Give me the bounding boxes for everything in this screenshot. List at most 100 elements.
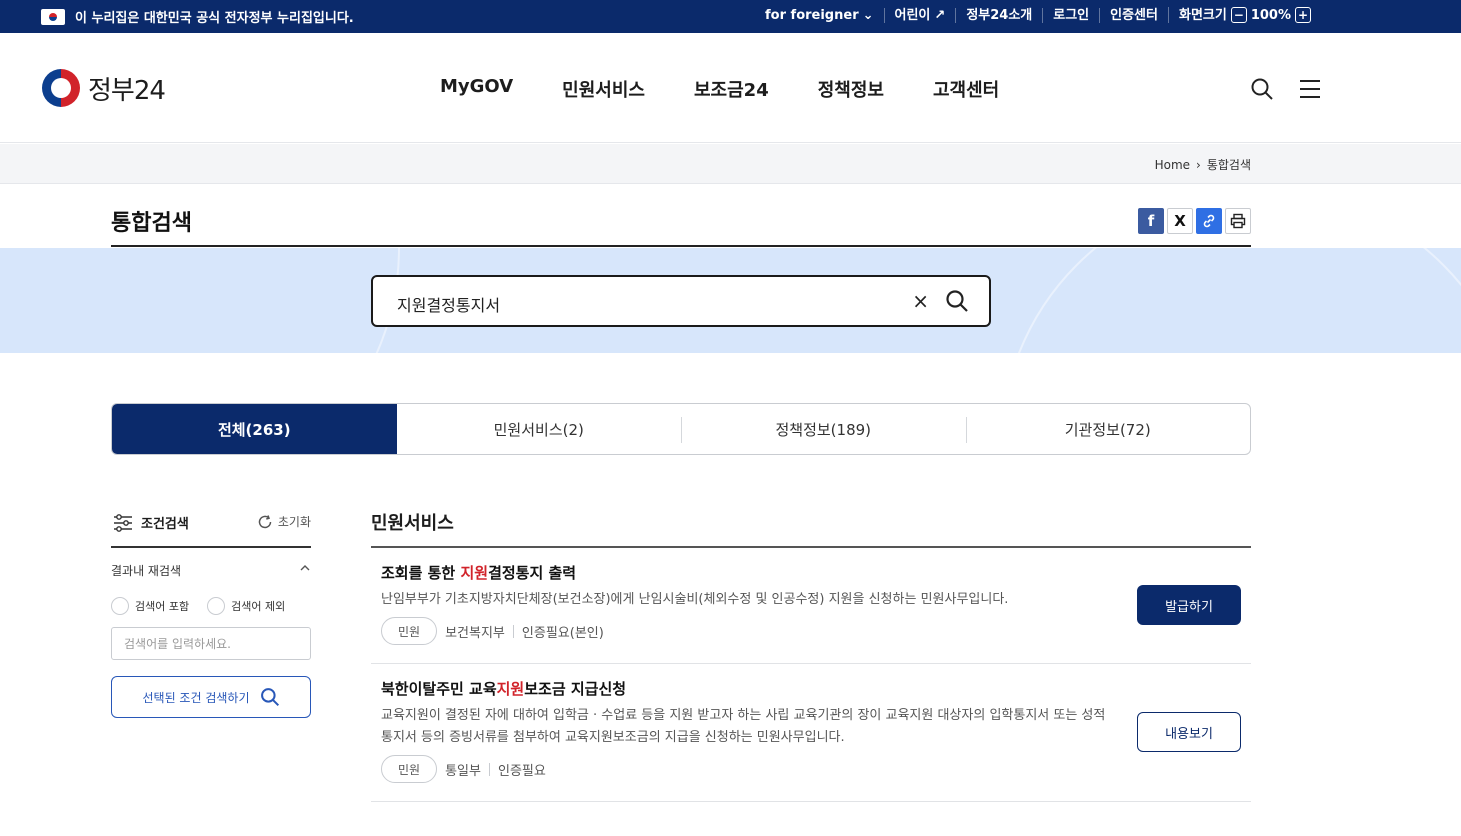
clear-search-button[interactable]: × [912,289,929,313]
result-title-pre: 북한이탈주민 교육 [381,680,497,698]
radio-circle[interactable] [111,597,129,615]
result-meta: 민원 통일부 인증필요 [381,755,1241,783]
include-keyword-radio[interactable]: 검색어 포함 [111,597,189,615]
search-icon[interactable] [945,289,969,313]
research-keyword-input[interactable] [111,627,311,660]
nav-item-customer-center[interactable]: 고객센터 [933,76,999,102]
x-share-button[interactable]: X [1167,208,1193,234]
meta-divider [512,624,514,638]
result-title-post: 보조금 지급신청 [524,680,627,698]
result-tabs: 전체(263) 민원서비스(2) 정책정보(189) 기관정보(72) [111,403,1251,455]
result-meta: 민원 보건복지부 인증필요(본인) [381,617,1241,645]
search-selected-conditions-button[interactable]: 선택된 조건 검색하기 [111,676,311,718]
result-title-post: 결정통지 출력 [488,564,577,582]
zoom-value: 100% [1250,7,1291,23]
link-icon [1203,214,1215,228]
result-type-badge: 민원 [381,755,438,783]
include-keyword-label: 검색어 포함 [135,600,190,613]
kids-link[interactable]: 어린이 ↗ [883,7,956,23]
result-organization: 통일부 [445,763,481,779]
chevron-up-icon [300,565,310,571]
official-notice-text: 이 누리집은 대한민국 공식 전자정부 누리집입니다. [75,11,354,26]
search-input[interactable]: 지원결정통지서 [397,292,500,316]
filter-title-label: 조건검색 [141,517,189,532]
nav-item-mygov[interactable]: MyGOV [440,76,513,102]
result-description: 난임부부가 기초지방자치단체장(보건소장)에게 난임시술비(체외수정 및 인공수… [381,592,1009,607]
results-section: 민원서비스 조회를 통한 지원결정통지 출력 난임부부가 기초지방자치단체장(보… [371,506,1251,802]
result-title[interactable]: 북한이탈주민 교육지원보조금 지급신청 [381,678,1241,699]
research-section-header[interactable]: 결과내 재검색 [111,562,311,579]
result-organization: 보건복지부 [445,625,505,641]
result-title-highlight: 지원 [496,680,525,698]
logo-text: 정부24 [88,75,166,106]
chevron-down-icon: ⌄ [862,7,874,23]
screen-size-label: 화면크기 [1178,7,1227,23]
taegeuk-logo-icon [42,69,80,107]
result-auth-required: 인증필요(본인) [521,625,604,641]
search-selected-conditions-label: 선택된 조건 검색하기 [142,690,250,705]
tab-all[interactable]: 전체(263) [112,404,397,454]
page-title: 통합검색 [111,211,192,236]
main-nav: MyGOV 민원서비스 보조금24 정책정보 고객센터 [440,76,999,102]
header-icons [1250,77,1322,101]
breadcrumb: Home › 통합검색 [1155,156,1251,173]
research-section-label: 결과내 재검색 [111,564,182,578]
issue-button[interactable]: 발급하기 [1137,585,1241,625]
site-header: 정부24 MyGOV 민원서비스 보조금24 정책정보 고객센터 [0,33,1461,143]
refresh-icon [258,514,272,528]
sliders-icon [114,513,132,532]
print-icon [1230,213,1246,229]
result-item: 북한이탈주민 교육지원보조금 지급신청 교육지원이 결정된 자에 대하여 입학금… [371,664,1251,802]
radio-circle[interactable] [207,597,226,615]
decorative-circle [1000,248,1461,353]
exclude-keyword-radio[interactable]: 검색어 제외 [207,597,285,615]
zoom-in-button[interactable]: + [1295,7,1311,23]
certificate-center-link[interactable]: 인증센터 [1099,7,1168,23]
title-bar: 통합검색 f X [111,205,1251,247]
breadcrumb-bar: Home › 통합검색 [0,144,1461,184]
search-icon[interactable] [1250,77,1274,101]
result-type-badge: 민원 [381,617,438,645]
print-button[interactable] [1225,208,1251,234]
about-link[interactable]: 정부24소개 [955,7,1042,23]
nav-item-subsidy24[interactable]: 보조금24 [694,76,769,102]
share-buttons: f X [1138,208,1251,234]
search-icon [260,688,279,707]
nav-item-civil-services[interactable]: 민원서비스 [562,76,645,102]
search-band: 지원결정통지서 × [0,248,1461,353]
filter-title: 조건검색 [113,513,189,532]
for-foreigner-link[interactable]: for foreigner ⌄ [755,8,884,23]
kids-label: 어린이 [894,7,931,23]
tab-policy-info[interactable]: 정책정보(189) [681,404,966,454]
search-mode-radios: 검색어 포함 검색어 제외 [111,597,311,615]
exclude-keyword-label: 검색어 제외 [231,600,286,613]
utility-links: for foreigner ⌄ 어린이 ↗ 정부24소개 로그인 인증센터 화면크기… [755,7,1321,23]
external-link-icon: ↗ [934,7,946,23]
zoom-out-button[interactable]: − [1230,7,1247,23]
menu-icon[interactable] [1298,77,1322,101]
for-foreigner-label: for foreigner [765,7,859,23]
copy-link-button[interactable] [1196,208,1222,234]
meta-divider [488,762,490,776]
result-description: 교육지원이 결정된 자에 대하여 입학금 · 수업료 등을 지원 받고자 하는 … [381,708,1106,745]
result-title[interactable]: 조회를 통한 지원결정통지 출력 [381,562,1241,583]
result-item: 조회를 통한 지원결정통지 출력 난임부부가 기초지방자치단체장(보건소장)에게… [371,548,1251,664]
breadcrumb-home[interactable]: Home [1155,158,1190,172]
breadcrumb-current: 통합검색 [1206,158,1251,172]
search-box[interactable]: 지원결정통지서 × [371,275,991,327]
tab-civil-services[interactable]: 민원서비스(2) [397,404,682,454]
results-heading: 민원서비스 [371,506,1251,548]
nav-item-policy-info[interactable]: 정책정보 [818,76,884,102]
condition-filter-panel: 조건검색 초기화 결과내 재검색 검색어 포함 검색어 제외 선택된 조건 검색… [111,506,311,718]
korea-flag-icon [41,8,65,25]
login-link[interactable]: 로그인 [1042,7,1099,23]
site-logo[interactable]: 정부24 [42,69,166,107]
chevron-right-icon: › [1196,157,1201,172]
view-details-button[interactable]: 내용보기 [1137,712,1241,752]
result-auth-required: 인증필요 [497,763,546,779]
facebook-share-button[interactable]: f [1138,208,1164,234]
filter-header: 조건검색 초기화 [111,506,311,548]
reset-button[interactable]: 초기화 [257,513,311,530]
top-utility-bar: 이 누리집은 대한민국 공식 전자정부 누리집입니다. for foreigne… [0,0,1461,33]
tab-agency-info[interactable]: 기관정보(72) [965,404,1251,454]
